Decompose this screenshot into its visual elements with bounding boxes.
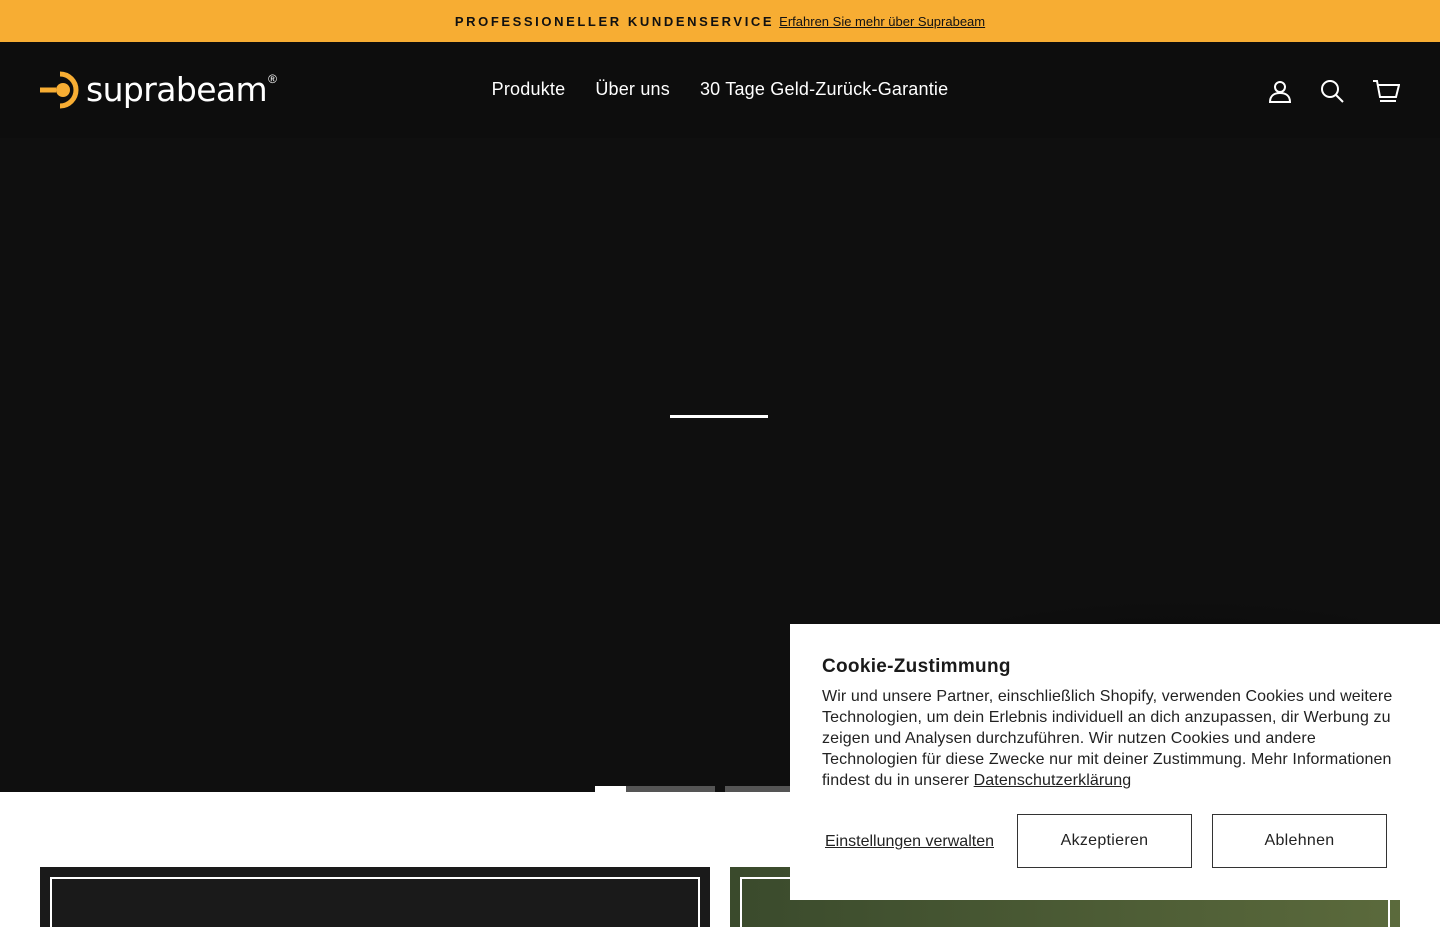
slider-dot-1[interactable] bbox=[595, 786, 715, 792]
site-header: suprabeam ® Produkte Über uns 30 Tage Geld… bbox=[0, 42, 1440, 138]
decline-button[interactable]: Ablehnen bbox=[1212, 814, 1387, 868]
search-icon[interactable] bbox=[1320, 78, 1344, 104]
collection-card[interactable] bbox=[40, 867, 710, 927]
cookie-consent-dialog: Cookie-Zustimmung Wir und unsere Partner… bbox=[790, 624, 1440, 900]
site-logo[interactable]: suprabeam ® bbox=[40, 70, 277, 110]
logo-wordmark: suprabeam bbox=[86, 70, 268, 109]
privacy-policy-link[interactable]: Datenschutzerklärung bbox=[974, 772, 1132, 789]
account-icon[interactable] bbox=[1268, 78, 1292, 104]
slider-pagination bbox=[595, 786, 815, 792]
announcement-label: PROFESSIONELLER KUNDENSERVICE bbox=[454, 13, 775, 29]
nav-item-1[interactable]: Produkte bbox=[477, 76, 581, 103]
cookie-title: Cookie-Zustimmung bbox=[822, 656, 1011, 677]
card-frame bbox=[50, 877, 700, 927]
cookie-actions: Einstellungen verwalten Akzeptieren Able… bbox=[822, 814, 1388, 868]
announcement-bar: PROFESSIONELLER KUNDENSERVICE Erfahren S… bbox=[0, 0, 1440, 42]
announcement-link[interactable]: Erfahren Sie mehr über Suprabeam bbox=[779, 14, 985, 29]
accept-button[interactable]: Akzeptieren bbox=[1017, 814, 1192, 868]
header-icons bbox=[1268, 78, 1400, 104]
cart-icon[interactable] bbox=[1372, 78, 1400, 104]
nav-item-2[interactable]: Über uns bbox=[580, 76, 685, 103]
nav-item-3[interactable]: 30 Tage Geld-Zurück-Garantie bbox=[685, 76, 963, 103]
hero-loading-bar bbox=[670, 415, 768, 418]
logo-mark-icon bbox=[40, 71, 79, 109]
logo-registered-mark: ® bbox=[268, 72, 277, 86]
manage-settings-button[interactable]: Einstellungen verwalten bbox=[822, 814, 997, 868]
cookie-text: Wir und unsere Partner, einschließlich S… bbox=[822, 686, 1408, 791]
